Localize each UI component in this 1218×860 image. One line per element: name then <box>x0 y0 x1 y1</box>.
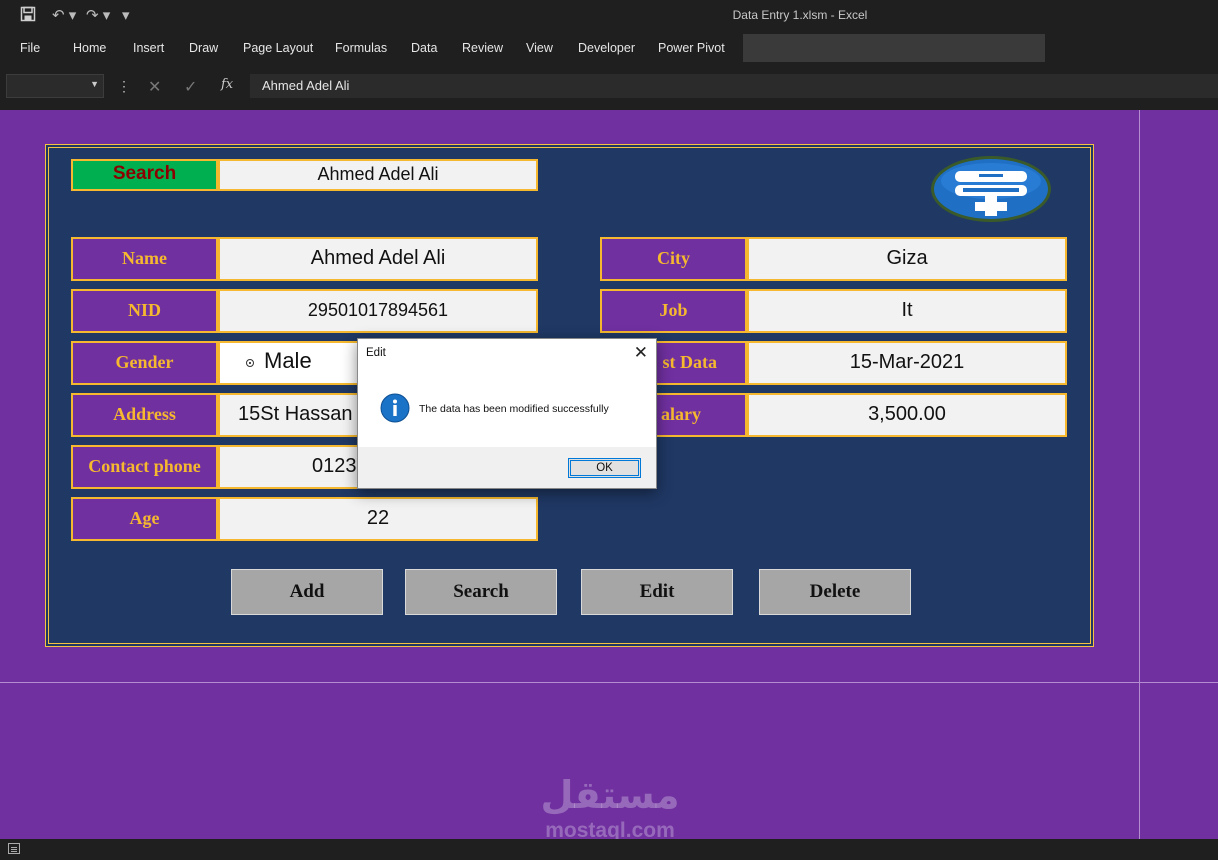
gridline <box>1139 110 1140 839</box>
tab-view[interactable]: View <box>526 41 553 55</box>
age-field[interactable]: 22 <box>218 497 538 541</box>
database-add-logo-icon <box>931 156 1051 222</box>
nid-label: NID <box>71 289 218 333</box>
formula-bar: ▼ ⋮ ✕ ✓ fx Ahmed Adel Ali <box>0 66 1218 110</box>
tab-home[interactable]: Home <box>73 41 106 55</box>
window-title: Data Entry 1.xlsm - Excel <box>732 8 868 22</box>
city-field[interactable]: Giza <box>747 237 1067 281</box>
enter-check-icon[interactable]: ✓ <box>184 77 197 97</box>
delete-button[interactable]: Delete <box>759 569 911 615</box>
ribbon-search-box[interactable] <box>743 34 1045 62</box>
city-label: City <box>600 237 747 281</box>
dialog-title: Edit <box>366 347 386 359</box>
tab-page-layout[interactable]: Page Layout <box>243 41 313 55</box>
tab-review[interactable]: Review <box>462 41 503 55</box>
watermark-arabic: مستقل <box>541 773 680 817</box>
ok-button[interactable]: OK <box>568 458 641 478</box>
edit-button[interactable]: Edit <box>581 569 733 615</box>
address-label: Address <box>71 393 218 437</box>
salary-field[interactable]: 3,500.00 <box>747 393 1067 437</box>
info-icon <box>380 393 410 423</box>
job-field[interactable]: It <box>747 289 1067 333</box>
tab-insert[interactable]: Insert <box>133 41 164 55</box>
search-input[interactable]: Ahmed Adel Ali <box>218 159 538 191</box>
more-options-icon[interactable]: ⋮ <box>117 78 131 95</box>
mostaql-watermark-logo: مستقل mostaql.com <box>541 773 680 842</box>
name-field[interactable]: Ahmed Adel Ali <box>218 237 538 281</box>
ribbon-tabs: File Home Insert Draw Page Layout Formul… <box>0 32 1218 66</box>
chevron-down-icon[interactable]: ▼ <box>90 79 99 89</box>
insert-function-icon[interactable]: fx <box>221 77 233 92</box>
formula-input[interactable]: Ahmed Adel Ali <box>250 74 1218 98</box>
dialog-footer: OK <box>358 447 656 488</box>
tab-draw[interactable]: Draw <box>189 41 218 55</box>
sheet-view-icon[interactable] <box>8 843 20 854</box>
message-dialog: Edit ✕ The data has been modified succes… <box>357 338 657 489</box>
age-label: Age <box>71 497 218 541</box>
close-icon[interactable]: ✕ <box>634 343 648 363</box>
tab-data[interactable]: Data <box>411 41 437 55</box>
title-bar: ↶ ▾ ↷ ▾ ▾ Data Entry 1.xlsm - Excel <box>0 0 1218 32</box>
tab-developer[interactable]: Developer <box>578 41 635 55</box>
status-bar <box>0 839 1218 860</box>
tab-power-pivot[interactable]: Power Pivot <box>658 41 725 55</box>
contact-phone-label: Contact phone <box>71 445 218 489</box>
name-box[interactable]: ▼ <box>6 74 104 98</box>
add-button[interactable]: Add <box>231 569 383 615</box>
gender-label: Gender <box>71 341 218 385</box>
first-data-field[interactable]: 15-Mar-2021 <box>747 341 1067 385</box>
job-label: Job <box>600 289 747 333</box>
cancel-icon[interactable]: ✕ <box>148 77 161 97</box>
tab-formulas[interactable]: Formulas <box>335 41 387 55</box>
nid-field[interactable]: 29501017894561 <box>218 289 538 333</box>
search-button[interactable]: Search <box>405 569 557 615</box>
gridline <box>0 682 1218 683</box>
name-label: Name <box>71 237 218 281</box>
dialog-message: The data has been modified successfully <box>419 403 609 415</box>
search-label: Search <box>71 159 218 191</box>
gender-male-label: Male <box>264 348 312 373</box>
gender-male-radio[interactable] <box>246 359 254 367</box>
tab-file[interactable]: File <box>20 41 40 55</box>
